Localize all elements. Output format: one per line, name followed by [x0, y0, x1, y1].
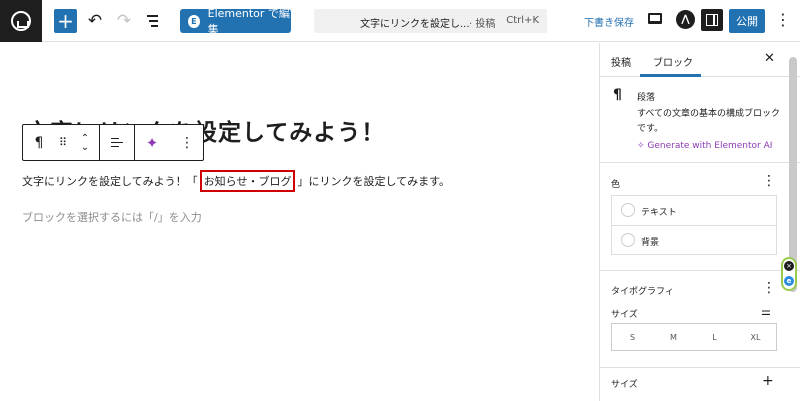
- tab-post[interactable]: 投稿: [611, 54, 631, 69]
- document-outline-button[interactable]: [142, 9, 164, 33]
- typography-section: タイポグラフィ ⋮ サイズ ⚌ S M L XL: [600, 271, 800, 368]
- font-size-picker: S M L XL: [611, 323, 777, 351]
- elementor-ai-icon[interactable]: ✦: [135, 125, 169, 160]
- size-option-l[interactable]: L: [694, 324, 735, 350]
- color-section: 色 ⋮ テキスト 背景: [600, 163, 800, 271]
- sidebar-tabs: 投稿 ブロック ✕: [600, 43, 800, 77]
- floating-helper-widget[interactable]: × e: [781, 257, 797, 291]
- color-panel: テキスト 背景: [611, 195, 777, 255]
- custom-size-sliders-icon[interactable]: ⚌: [761, 305, 771, 318]
- block-appender-placeholder[interactable]: ブロックを選択するには「/」を入力: [22, 209, 202, 225]
- dimensions-section: サイズ +: [600, 368, 800, 401]
- elementor-icon: E: [188, 14, 200, 28]
- command-palette-bar[interactable]: 文字にリンクを設定し... · 投稿 Ctrl+K: [314, 9, 547, 33]
- elementor-widget-icon[interactable]: e: [784, 276, 794, 286]
- wordpress-site-icon: [11, 11, 31, 31]
- background-color-row[interactable]: 背景: [612, 226, 776, 256]
- color-section-title: 色: [611, 180, 621, 190]
- font-size-label: サイズ: [611, 310, 638, 320]
- close-widget-icon[interactable]: ×: [784, 261, 794, 271]
- publish-button[interactable]: 公開: [729, 9, 765, 33]
- drag-handle-icon[interactable]: ⠿: [55, 125, 71, 160]
- options-menu-icon[interactable]: ⋮: [775, 10, 791, 29]
- paragraph-text-after: 」にリンクを設定してみます。: [297, 175, 451, 188]
- site-logo-button[interactable]: [0, 0, 42, 42]
- text-color-swatch: [621, 203, 635, 217]
- ai-more-group: ✦ ⋮: [135, 125, 205, 160]
- paragraph-block-icon[interactable]: ¶: [23, 125, 55, 160]
- background-color-swatch: [621, 233, 635, 247]
- block-name: 段落: [637, 93, 656, 103]
- highlighted-link-text[interactable]: お知らせ・ブログ: [199, 170, 296, 192]
- elementor-button-label: Elementor で編集: [207, 7, 290, 36]
- settings-sidebar: 投稿 ブロック ✕ ¶ 段落 すべての文章の基本の構成ブロックです。 ✧ Gen…: [600, 43, 800, 401]
- block-card: ¶ 段落 すべての文章の基本の構成ブロックです。 ✧ Generate with…: [600, 77, 800, 163]
- text-color-row[interactable]: テキスト: [612, 196, 776, 226]
- size-option-s[interactable]: S: [612, 324, 653, 350]
- add-block-button[interactable]: +: [54, 9, 77, 33]
- alignment-group: [100, 125, 135, 160]
- typography-options-icon[interactable]: ⋮: [762, 280, 776, 296]
- block-type-group: ¶ ⠿ ⌃ ⌄: [23, 125, 100, 160]
- align-left-icon: [111, 137, 123, 148]
- preview-device-icon[interactable]: [648, 13, 662, 24]
- edit-with-elementor-button[interactable]: E Elementor で編集: [180, 7, 291, 36]
- typography-title: タイポグラフィ: [611, 287, 674, 297]
- generate-with-ai-link[interactable]: ✧ Generate with Elementor AI: [637, 141, 772, 151]
- color-options-icon[interactable]: ⋮: [762, 173, 776, 189]
- move-down-icon[interactable]: ⌄: [81, 142, 89, 152]
- paragraph-block[interactable]: 文字にリンクを設定してみよう！「 お知らせ・ブログ 」にリンクを設定してみます。: [22, 170, 450, 192]
- command-bar-post-title: 文字にリンクを設定し...: [360, 19, 470, 30]
- settings-sidebar-toggle-icon[interactable]: [701, 9, 723, 31]
- command-bar-post-type: · 投稿: [469, 19, 496, 30]
- add-dimension-icon[interactable]: +: [762, 373, 774, 389]
- paragraph-text-before: 文字にリンクを設定してみよう！「: [22, 175, 198, 188]
- close-icon[interactable]: ✕: [764, 51, 775, 66]
- block-description: すべての文章の基本の構成ブロックです。: [637, 109, 781, 134]
- size-option-m[interactable]: M: [653, 324, 694, 350]
- dimensions-title: サイズ: [611, 380, 638, 390]
- jetpack-icon[interactable]: ⋀: [676, 10, 695, 29]
- redo-button[interactable]: ↷: [113, 9, 135, 33]
- editor-topbar: + ↶ ↷ E Elementor で編集 文字にリンクを設定し... · 投稿…: [0, 0, 800, 42]
- align-text-button[interactable]: [100, 125, 134, 160]
- block-toolbar: ¶ ⠿ ⌃ ⌄ ✦ ⋮: [22, 124, 204, 161]
- undo-button[interactable]: ↶: [84, 9, 106, 33]
- text-color-label: テキスト: [641, 208, 677, 218]
- editor-canvas: 文字にリンクを設定してみよう！ ¶ ⠿ ⌃ ⌄ ✦ ⋮ 文字にリンクを設定してみ…: [0, 43, 600, 401]
- command-bar-shortcut: Ctrl+K: [506, 15, 539, 26]
- size-option-xl[interactable]: XL: [735, 324, 776, 350]
- tab-block[interactable]: ブロック: [653, 54, 693, 69]
- save-draft-button[interactable]: 下書き保存: [584, 14, 634, 29]
- move-block-buttons: ⌃ ⌄: [71, 125, 99, 160]
- background-color-label: 背景: [641, 238, 660, 248]
- paragraph-icon: ¶: [613, 87, 622, 103]
- block-options-icon[interactable]: ⋮: [169, 125, 205, 160]
